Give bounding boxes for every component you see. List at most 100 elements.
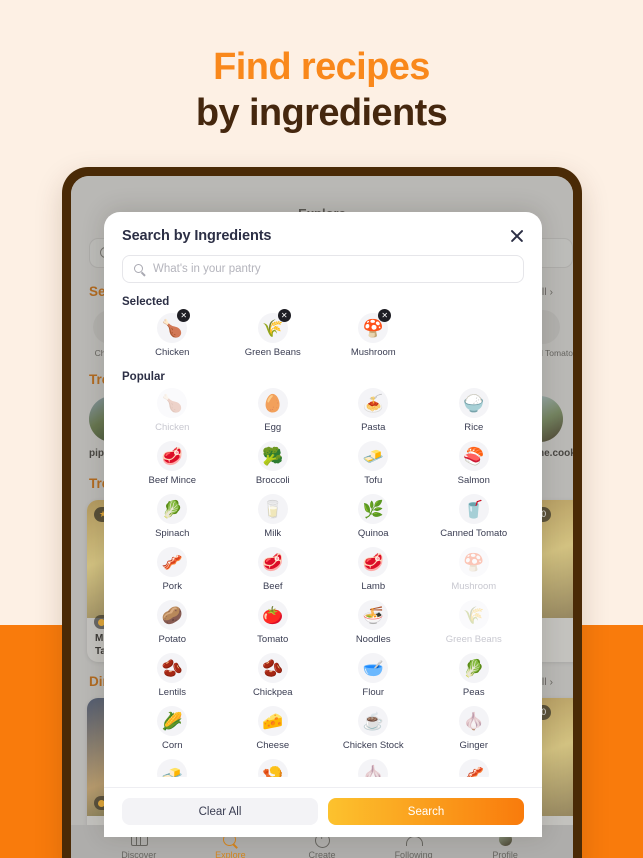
ingredient-label: Canned Tomato (440, 528, 508, 539)
ingredient-label: Mushroom (350, 347, 396, 358)
ingredient-label: Tofu (364, 475, 383, 486)
ingredient-image: 🥓 (157, 547, 188, 577)
popular-ingredient[interactable]: 🍣 Salmon (424, 441, 525, 486)
popular-ingredient[interactable]: 🍗 Chicken (122, 388, 223, 433)
ingredient-label: Spinach (155, 528, 190, 539)
headline-line-2: by ingredients (195, 92, 448, 135)
ingredient-label: Quinoa (357, 528, 389, 539)
ingredient-image: 🥤 (458, 494, 489, 524)
ingredient-image: 🧈 (358, 441, 389, 471)
ingredient-label: Pasta (361, 422, 386, 433)
popular-ingredients-grid: 🍗 Chicken 🥚 Egg 🍝 Pasta 🍚 Rice 🥩 Beef Mince 🥦 Brocc… (122, 388, 524, 787)
close-icon[interactable] (506, 225, 528, 247)
ingredient-label: Pork (162, 581, 183, 592)
ingredient-image: 🧀 (257, 706, 288, 736)
ingredient-image: 🌽 (157, 706, 188, 736)
ingredient-image: 🍄 (458, 547, 489, 577)
ingredient-image: 🥛 (257, 494, 288, 524)
ingredient-label: Potato (158, 634, 186, 645)
ingredient-label: Chickpea (252, 687, 293, 698)
popular-ingredient[interactable]: 🥩 Beef (223, 547, 324, 592)
selected-ingredient[interactable]: 🍄 ✕ Mushroom (323, 309, 424, 358)
popular-ingredient[interactable]: 🍅 Tomato (223, 600, 324, 645)
ingredient-label: Egg (264, 422, 282, 433)
popular-ingredient[interactable]: 🥩 Beef Mince (122, 441, 223, 486)
popular-ingredient[interactable]: 🥦 Broccoli (223, 441, 324, 486)
ingredient-image: 🌾 (458, 600, 489, 630)
page-title: Find recipes by ingredients (0, 44, 643, 137)
ingredient-label: Mushroom (451, 581, 497, 592)
popular-ingredient[interactable]: 🥓 Pork (122, 547, 223, 592)
ingredient-image: 🍄 ✕ (358, 309, 392, 343)
ingredient-label: Chicken Stock (342, 740, 404, 751)
ingredient-image: 🍗 (157, 388, 188, 418)
ingredient-image: 🌿 (358, 494, 389, 524)
search-icon (134, 264, 143, 273)
popular-ingredient[interactable]: 🥛 Milk (223, 494, 324, 539)
ingredient-image: 🥚 (257, 388, 288, 418)
ingredient-image: 🥬 (458, 653, 489, 683)
search-field[interactable] (122, 255, 524, 283)
ingredient-image: 🍗 ✕ (157, 309, 191, 343)
popular-ingredient[interactable]: 🫘 Lentils (122, 653, 223, 698)
ingredient-image: 🍅 (257, 600, 288, 630)
ingredient-image: ☕ (358, 706, 389, 736)
popular-ingredient[interactable]: 🥔 Potato (122, 600, 223, 645)
popular-ingredient[interactable]: 🍝 Pasta (323, 388, 424, 433)
ingredient-label: Ginger (459, 740, 488, 751)
ingredient-label: Flour (362, 687, 385, 698)
ingredient-image: 🥔 (157, 600, 188, 630)
popular-ingredient[interactable]: 🍄 Mushroom (424, 547, 525, 592)
modal-title: Search by Ingredients (122, 228, 272, 244)
search-input[interactable] (153, 256, 523, 282)
ingredient-image: 🥦 (257, 441, 288, 471)
ingredient-label: Rice (464, 422, 484, 433)
popular-ingredient[interactable]: 🥤 Canned Tomato (424, 494, 525, 539)
selected-ingredient[interactable]: 🍗 ✕ Chicken (122, 309, 223, 358)
close-circle-icon[interactable]: ✕ (177, 309, 191, 322)
ingredient-image: 🍜 (358, 600, 389, 630)
ingredient-label: Chicken (155, 347, 190, 358)
ingredient-label: Tomato (257, 634, 289, 645)
ingredient-image: 🍣 (458, 441, 489, 471)
ingredient-label: Green Beans (244, 347, 301, 358)
ingredient-label: Lentils (158, 687, 186, 698)
popular-ingredient[interactable]: ☕ Chicken Stock (323, 706, 424, 751)
popular-ingredient[interactable]: 🥬 Spinach (122, 494, 223, 539)
popular-ingredient[interactable]: 🥚 Egg (223, 388, 324, 433)
ingredient-image: 🥬 (157, 494, 188, 524)
popular-ingredient[interactable]: 🍜 Noodles (323, 600, 424, 645)
ingredient-image: 🍚 (458, 388, 489, 418)
popular-ingredient[interactable]: 🌿 Quinoa (323, 494, 424, 539)
search-by-ingredients-modal: Search by Ingredients Selected 🍗✕Chicken… (104, 212, 542, 837)
ingredient-image: 🥩 (157, 441, 188, 471)
popular-ingredient[interactable]: 🥣 Flour (323, 653, 424, 698)
search-button[interactable]: Search (328, 798, 524, 825)
popular-ingredient[interactable]: 🫘 Chickpea (223, 653, 324, 698)
ingredient-image: 🌾 ✕ (257, 309, 291, 343)
popular-ingredient[interactable]: 🍚 Rice (424, 388, 525, 433)
selected-ingredients-grid: 🍗 ✕ Chicken 🌾 ✕ Green Beans 🍄 ✕ Mushroom (122, 309, 524, 358)
modal-header: Search by Ingredients (104, 212, 542, 244)
ingredient-label: Corn (161, 740, 183, 751)
ingredient-image: 🥩 (358, 547, 389, 577)
ingredient-label: Chicken (155, 422, 190, 433)
close-circle-icon[interactable]: ✕ (378, 309, 392, 322)
popular-ingredient[interactable]: 🌽 Corn (122, 706, 223, 751)
popular-ingredient[interactable]: 🧀 Cheese (223, 706, 324, 751)
clear-all-button[interactable]: Clear All (122, 798, 318, 825)
close-circle-icon[interactable]: ✕ (277, 309, 291, 322)
popular-ingredient[interactable]: 🧄 Ginger (424, 706, 525, 751)
ingredient-label: Cheese (256, 740, 290, 751)
popular-ingredient[interactable]: 🥬 Peas (424, 653, 525, 698)
popular-ingredient[interactable]: 🌾 Green Beans (424, 600, 525, 645)
selected-ingredient[interactable]: 🌾 ✕ Green Beans (223, 309, 324, 358)
ingredient-label: Noodles (355, 634, 391, 645)
promo-screenshot: Find recipes by ingredients Explore Sear… (0, 0, 643, 858)
headline-line-1: Find recipes (213, 46, 430, 88)
ingredient-label: Salmon (457, 475, 490, 486)
popular-heading: Popular (122, 371, 165, 383)
popular-ingredient[interactable]: 🧈 Tofu (323, 441, 424, 486)
ingredient-list-scroll[interactable]: Selected 🍗 ✕ Chicken 🌾 ✕ Green Beans 🍄 ✕ Mushroo… (104, 283, 542, 787)
popular-ingredient[interactable]: 🥩 Lamb (323, 547, 424, 592)
